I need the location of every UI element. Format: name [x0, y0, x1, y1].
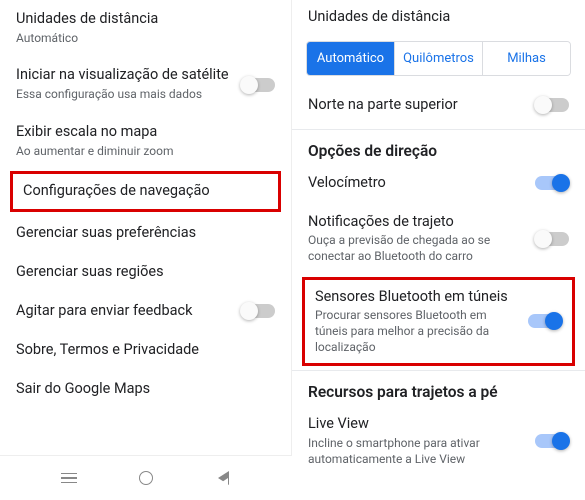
- item-toggle[interactable]: [241, 78, 275, 92]
- segment-option[interactable]: Quilômetros: [394, 42, 482, 75]
- item-title: Exibir escala no mapa: [16, 123, 267, 142]
- divider: [292, 370, 585, 371]
- route-notifications-sub: Ouça a previsão de chegada ao se conecta…: [308, 233, 527, 264]
- north-up-row[interactable]: Norte na parte superior: [292, 86, 585, 125]
- home-button[interactable]: [134, 466, 158, 490]
- item-title: Sobre, Termos e Privacidade: [16, 341, 267, 360]
- bluetooth-tunnels-sub: Procurar sensores Bluetooth em túneis pa…: [315, 308, 520, 355]
- back-button[interactable]: [211, 466, 235, 490]
- walking-resources-header: Recursos para trajetos a pé: [292, 375, 585, 405]
- distance-units-label: Unidades de distância: [308, 8, 450, 27]
- nav-settings-highlight: Configurações de navegação: [10, 171, 281, 212]
- settings-item[interactable]: Iniciar na visualização de satélite Essa …: [0, 56, 291, 112]
- live-view-label: Live View: [308, 415, 527, 434]
- item-subtitle: Essa configuração usa mais dados: [16, 87, 233, 103]
- item-title: Unidades de distância: [16, 10, 267, 29]
- segment-option[interactable]: Automático: [307, 42, 394, 75]
- item-subtitle: Ao aumentar e diminuir zoom: [16, 144, 267, 160]
- item-title: Gerenciar suas regiões: [16, 263, 267, 282]
- bluetooth-tunnels-toggle[interactable]: [528, 314, 562, 328]
- settings-item[interactable]: Gerenciar suas regiões: [0, 253, 291, 292]
- speedometer-row[interactable]: Velocímetro: [292, 164, 585, 203]
- item-toggle[interactable]: [241, 304, 275, 318]
- distance-units-segmented[interactable]: AutomáticoQuilômetrosMilhas: [306, 41, 571, 76]
- item-title: Gerenciar suas preferências: [16, 224, 267, 243]
- bluetooth-tunnels-label: Sensores Bluetooth em túneis: [315, 288, 520, 307]
- live-view-sub: Incline o smartphone para ativar automat…: [308, 436, 527, 467]
- settings-item[interactable]: Exibir escala no mapa Ao aumentar e dimin…: [0, 113, 291, 169]
- item-subtitle: Automático: [16, 31, 267, 47]
- item-title: Iniciar na visualização de satélite: [16, 66, 233, 85]
- recents-button[interactable]: [57, 466, 81, 490]
- item-title: Configurações de navegação: [23, 182, 260, 201]
- settings-item[interactable]: Configurações de navegação: [19, 180, 272, 203]
- divider: [292, 129, 585, 130]
- settings-item[interactable]: Agitar para enviar feedback: [0, 292, 291, 331]
- live-view-row[interactable]: Live View Incline o smartphone para ativ…: [292, 405, 585, 477]
- settings-item[interactable]: Unidades de distância Automático: [0, 0, 291, 56]
- android-nav-bar: [0, 455, 292, 500]
- item-title: Sair do Google Maps: [16, 380, 267, 399]
- speedometer-toggle[interactable]: [535, 176, 569, 190]
- settings-item[interactable]: Sobre, Termos e Privacidade: [0, 331, 291, 370]
- route-notifications-row[interactable]: Notificações de trajeto Ouça a previsão …: [292, 203, 585, 275]
- route-notifications-toggle[interactable]: [535, 232, 569, 246]
- bluetooth-tunnels-highlight: Sensores Bluetooth em túneis Procurar se…: [302, 277, 575, 367]
- north-up-label: Norte na parte superior: [308, 96, 527, 115]
- segment-option[interactable]: Milhas: [482, 42, 570, 75]
- right-settings-panel: Unidades de distância AutomáticoQuilômet…: [292, 0, 585, 500]
- speedometer-label: Velocímetro: [308, 174, 527, 193]
- live-view-toggle[interactable]: [535, 434, 569, 448]
- settings-item[interactable]: Sair do Google Maps: [0, 370, 291, 409]
- settings-item[interactable]: Gerenciar suas preferências: [0, 214, 291, 253]
- item-title: Agitar para enviar feedback: [16, 302, 233, 321]
- bluetooth-tunnels-row[interactable]: Sensores Bluetooth em túneis Procurar se…: [311, 286, 566, 358]
- distance-units-header: Unidades de distância: [292, 0, 585, 35]
- left-settings-panel: Unidades de distância Automático Iniciar n…: [0, 0, 292, 500]
- driving-options-header: Opções de direção: [292, 134, 585, 164]
- north-up-toggle[interactable]: [535, 98, 569, 112]
- route-notifications-label: Notificações de trajeto: [308, 213, 527, 232]
